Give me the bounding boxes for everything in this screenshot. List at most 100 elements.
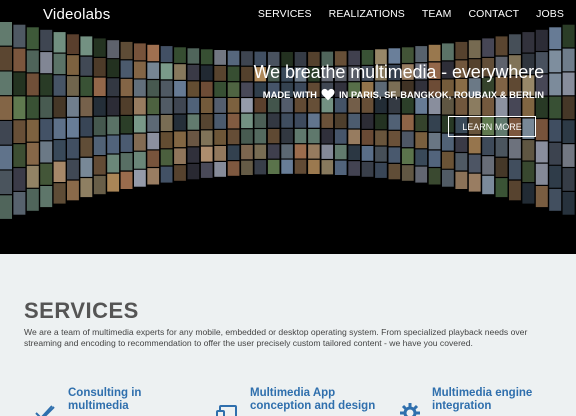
video-thumbnail [495, 36, 508, 56]
nav-item-jobs[interactable]: JOBS [536, 8, 564, 20]
video-thumbnail [93, 136, 106, 155]
video-thumbnail [281, 144, 293, 159]
video-thumbnail [93, 175, 106, 195]
video-thumbnail [40, 74, 53, 96]
video-thumbnail [468, 173, 481, 192]
video-thumbnail [214, 66, 226, 81]
video-thumbnail [549, 142, 562, 165]
site-logo[interactable]: Videolabs [43, 6, 110, 23]
video-thumbnail [227, 82, 240, 97]
video-thumbnail [388, 147, 401, 163]
video-thumbnail [67, 117, 79, 138]
video-thumbnail [93, 77, 106, 96]
video-thumbnail [267, 129, 280, 144]
video-thumbnail [53, 183, 66, 204]
video-thumbnail [415, 115, 428, 131]
video-thumbnail [281, 113, 293, 128]
video-thumbnail [535, 119, 548, 141]
video-thumbnail [53, 53, 66, 75]
video-thumbnail [549, 165, 562, 188]
nav-item-realizations[interactable]: REALIZATIONS [329, 8, 405, 20]
video-thumbnail [26, 142, 39, 165]
video-thumbnail [200, 65, 213, 81]
video-thumbnail [241, 113, 253, 129]
video-thumbnail [200, 98, 213, 113]
video-thumbnail [442, 43, 454, 61]
video-thumbnail [80, 137, 93, 157]
nav-item-team[interactable]: TEAM [422, 8, 452, 20]
video-thumbnail [107, 59, 120, 78]
video-thumbnail [40, 119, 53, 141]
video-thumbnail [241, 51, 253, 66]
video-thumbnail [200, 49, 213, 65]
video-thumbnail [361, 162, 374, 177]
video-thumbnail [67, 34, 79, 54]
video-thumbnail [401, 165, 414, 181]
video-thumbnail [40, 52, 53, 74]
video-thumbnail [375, 162, 387, 178]
video-thumbnail [241, 160, 253, 175]
video-thumbnail [120, 41, 133, 60]
video-thumbnail [482, 175, 495, 195]
video-thumbnail [26, 165, 39, 188]
video-thumbnail [294, 159, 307, 174]
video-thumbnail [267, 144, 280, 159]
video-thumbnail [214, 146, 226, 161]
video-thumbnail [308, 144, 320, 159]
nav-item-services[interactable]: SERVICES [258, 8, 312, 20]
video-thumbnail [241, 144, 253, 160]
video-thumbnail [321, 160, 334, 175]
video-thumbnail [134, 115, 146, 133]
video-thumbnail [26, 119, 39, 142]
video-thumbnail [147, 44, 160, 62]
video-thumbnail [67, 180, 79, 201]
video-thumbnail [415, 149, 428, 166]
video-thumbnail [134, 169, 146, 187]
video-thumbnail [160, 97, 173, 114]
video-thumbnail [40, 96, 53, 118]
nav-item-contact[interactable]: CONTACT [469, 8, 520, 20]
video-thumbnail [267, 113, 280, 128]
video-thumbnail [26, 27, 39, 50]
video-thumbnail [308, 113, 320, 128]
video-thumbnail [120, 171, 133, 189]
video-thumbnail [495, 178, 508, 198]
video-thumbnail [455, 134, 468, 152]
video-thumbnail [468, 40, 481, 59]
video-thumbnail [147, 150, 160, 167]
video-thumbnail [67, 159, 79, 180]
video-thumbnail [107, 97, 120, 116]
video-thumbnail [200, 146, 213, 162]
video-thumbnail [200, 81, 213, 97]
video-thumbnail [53, 118, 66, 139]
video-thumbnail [93, 116, 106, 136]
heart-icon [321, 88, 335, 101]
video-thumbnail [549, 73, 562, 96]
video-thumbnail [174, 64, 186, 80]
video-thumbnail [13, 192, 26, 215]
video-thumbnail [80, 117, 93, 137]
services-intro: We are a team of multimedia experts for … [24, 327, 528, 348]
video-thumbnail [80, 56, 93, 76]
video-thumbnail [134, 97, 146, 115]
video-thumbnail [254, 113, 267, 128]
video-thumbnail [214, 130, 226, 145]
hero-section: Videolabs SERVICES REALIZATIONS TEAM CON… [0, 0, 576, 254]
video-thumbnail [160, 63, 173, 80]
video-thumbnail [428, 132, 441, 150]
video-thumbnail [388, 114, 401, 130]
video-thumbnail [535, 141, 548, 163]
video-thumbnail [160, 115, 173, 131]
video-thumbnail [53, 32, 66, 53]
video-thumbnail [13, 96, 26, 120]
video-thumbnail [388, 164, 401, 180]
video-thumbnail [93, 58, 106, 77]
learn-more-button[interactable]: LEARN MORE [448, 116, 536, 137]
video-thumbnail [401, 47, 414, 63]
video-thumbnail [321, 129, 334, 144]
video-thumbnail [200, 130, 213, 146]
video-thumbnail [80, 36, 93, 56]
video-thumbnail [120, 116, 133, 134]
devices-icon [216, 405, 237, 416]
video-thumbnail [187, 147, 200, 163]
